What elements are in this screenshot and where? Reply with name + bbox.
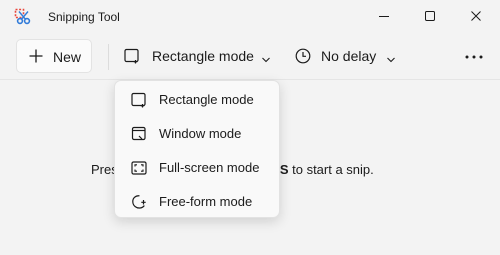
- minimize-icon: [379, 16, 389, 17]
- menu-item-fullscreen-mode[interactable]: Full-screen mode: [119, 152, 275, 182]
- menu-item-label: Rectangle mode: [159, 92, 254, 107]
- close-button[interactable]: [458, 0, 494, 32]
- rectangle-mode-icon: [124, 48, 140, 64]
- chevron-down-icon: [261, 51, 271, 63]
- menu-item-label: Full-screen mode: [159, 160, 260, 175]
- menu-item-label: Free-form mode: [159, 194, 253, 209]
- snipping-mode-label: Rectangle mode: [152, 48, 254, 64]
- freeform-mode-icon: [131, 194, 147, 210]
- title-bar: Snipping Tool: [0, 0, 500, 34]
- delay-dropdown[interactable]: No delay: [290, 39, 402, 73]
- menu-item-rectangle-mode[interactable]: Rectangle mode: [119, 84, 275, 114]
- toolbar: New Rectangle mode No delay: [0, 34, 500, 80]
- clock-icon: [295, 48, 311, 64]
- snipping-mode-menu: Rectangle mode Window mode Full-screen m…: [114, 80, 280, 218]
- minimize-button[interactable]: [366, 0, 402, 32]
- plus-icon: [29, 49, 43, 63]
- app-title: Snipping Tool: [48, 10, 120, 24]
- delay-label: No delay: [321, 48, 377, 64]
- close-icon: [471, 11, 481, 21]
- new-button[interactable]: New: [16, 39, 92, 73]
- fullscreen-mode-icon: [131, 160, 147, 176]
- more-icon: [465, 55, 483, 59]
- rectangle-mode-icon: [131, 92, 147, 108]
- snipping-mode-dropdown[interactable]: Rectangle mode: [118, 39, 278, 73]
- menu-item-freeform-mode[interactable]: Free-form mode: [119, 186, 275, 216]
- maximize-icon: [425, 11, 435, 21]
- scissors-icon: [14, 8, 32, 26]
- new-button-label: New: [53, 49, 82, 65]
- toolbar-divider: [108, 44, 109, 70]
- chevron-down-icon: [386, 51, 396, 63]
- maximize-button[interactable]: [412, 0, 448, 32]
- window-mode-icon: [131, 126, 147, 142]
- hint-end: to start a snip.: [288, 162, 374, 177]
- more-options-button[interactable]: [458, 42, 490, 72]
- menu-item-label: Window mode: [159, 126, 242, 141]
- menu-item-window-mode[interactable]: Window mode: [119, 118, 275, 148]
